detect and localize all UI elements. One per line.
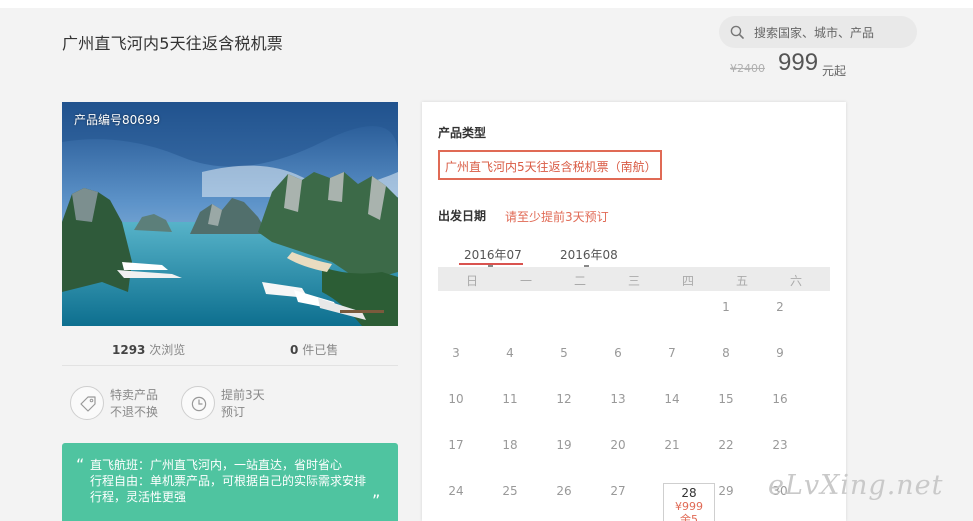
calendar-day: 21 xyxy=(664,438,680,452)
highlight-box: “ 直飞航班：广州直飞河内，一站直达，省时省心 行程自由：单机票产品，可根据自己… xyxy=(62,443,398,521)
calendar-day: 18 xyxy=(502,438,518,452)
highlight-line: 行程自由：单机票产品，可根据自己的实际需求安排 xyxy=(90,474,367,488)
calendar-day: 27 xyxy=(610,484,626,498)
calendar-day: 10 xyxy=(448,392,464,406)
original-price: ¥2400 xyxy=(730,62,765,75)
weekday-label: 三 xyxy=(627,274,640,288)
view-number: 1293 xyxy=(112,343,146,357)
calendar-day: 3 xyxy=(452,346,460,360)
top-strip xyxy=(0,0,973,8)
price-unit: 元起 xyxy=(822,64,847,78)
departure-date-label: 出发日期 xyxy=(438,209,487,223)
calendar-day: 6 xyxy=(614,346,622,360)
available-day-number: 28 xyxy=(681,486,697,500)
calendar-day: 9 xyxy=(776,346,784,360)
feature-special-sale: 特卖产品 不退不换 xyxy=(70,386,180,422)
tab-month-august[interactable]: 2016年08 xyxy=(560,246,618,263)
view-count: 1293 次浏览 xyxy=(112,341,185,358)
calendar-day: 1 xyxy=(722,300,730,314)
calendar-day: 24 xyxy=(448,484,464,498)
weekday-label: 四 xyxy=(681,274,694,288)
feature-line: 特卖产品 xyxy=(110,388,159,402)
calendar-day: 19 xyxy=(556,438,572,452)
search-input[interactable]: 搜索国家、城市、产品 xyxy=(754,24,874,41)
current-price: 999 xyxy=(778,49,819,76)
search-box[interactable]: 搜索国家、城市、产品 xyxy=(719,16,917,48)
calendar-day: 15 xyxy=(718,392,734,406)
calendar-day: 26 xyxy=(556,484,572,498)
feature-advance-booking: 提前3天 预订 xyxy=(181,386,291,422)
calendar-day: 7 xyxy=(668,346,676,360)
calendar-day: 17 xyxy=(448,438,464,452)
highlight-line: 直飞航班：广州直飞河内，一站直达，省时省心 xyxy=(90,458,343,472)
calendar-day-available[interactable]: 28 ¥999 余5 xyxy=(663,483,715,521)
weekday-label: 六 xyxy=(789,274,802,288)
search-icon[interactable] xyxy=(730,25,744,39)
calendar-day: 2 xyxy=(776,300,784,314)
calendar-day: 20 xyxy=(610,438,626,452)
clock-icon xyxy=(181,386,215,420)
feature-line: 预订 xyxy=(221,405,246,419)
highlight-line: 行程，灵活性更强 xyxy=(90,490,187,504)
calendar-day: 25 xyxy=(502,484,518,498)
booking-panel: 产品类型 广州直飞河内5天往返含税机票（南航） 出发日期 请至少提前3天预订 2… xyxy=(422,102,846,521)
sold-number: 0 xyxy=(290,343,299,357)
page-title: 广州直飞河内5天往返含税机票 xyxy=(62,34,283,53)
weekday-label: 五 xyxy=(735,274,748,288)
sold-count: 0 件已售 xyxy=(290,341,338,358)
calendar-day: 8 xyxy=(722,346,730,360)
view-label: 次浏览 xyxy=(149,343,186,357)
weekday-label: 二 xyxy=(573,274,586,288)
calendar-day: 11 xyxy=(502,392,518,406)
calendar-day: 12 xyxy=(556,392,572,406)
calendar-day: 16 xyxy=(772,392,788,406)
feature-line: 不退不换 xyxy=(110,405,159,419)
quote-open: “ xyxy=(76,455,85,474)
calendar-day: 23 xyxy=(772,438,788,452)
calendar-day: 22 xyxy=(718,438,734,452)
calendar-day: 29 xyxy=(718,484,734,498)
tab-month-july[interactable]: 2016年07 xyxy=(464,246,522,263)
weekday-label: 一 xyxy=(519,274,532,288)
divider xyxy=(62,365,398,366)
product-photo xyxy=(62,102,398,326)
calendar-day: 5 xyxy=(560,346,568,360)
product-type-label: 产品类型 xyxy=(438,126,487,140)
calendar-day: 14 xyxy=(664,392,680,406)
available-day-remaining: 余5 xyxy=(680,513,698,521)
calendar-header: 日 一 二 三 四 五 六 xyxy=(438,267,830,291)
feature-line: 提前3天 xyxy=(221,388,265,402)
calendar-day: 4 xyxy=(506,346,514,360)
date-hint: 请至少提前3天预订 xyxy=(505,210,609,224)
watermark: eLvXing.net xyxy=(768,470,944,501)
sold-label: 件已售 xyxy=(302,343,339,357)
quote-close: ” xyxy=(372,491,381,510)
product-code: 产品编号80699 xyxy=(74,113,161,127)
product-type-option[interactable]: 广州直飞河内5天往返含税机票（南航） xyxy=(438,150,662,180)
calendar-day: 13 xyxy=(610,392,626,406)
tag-icon xyxy=(70,386,104,420)
weekday-label: 日 xyxy=(465,274,478,288)
